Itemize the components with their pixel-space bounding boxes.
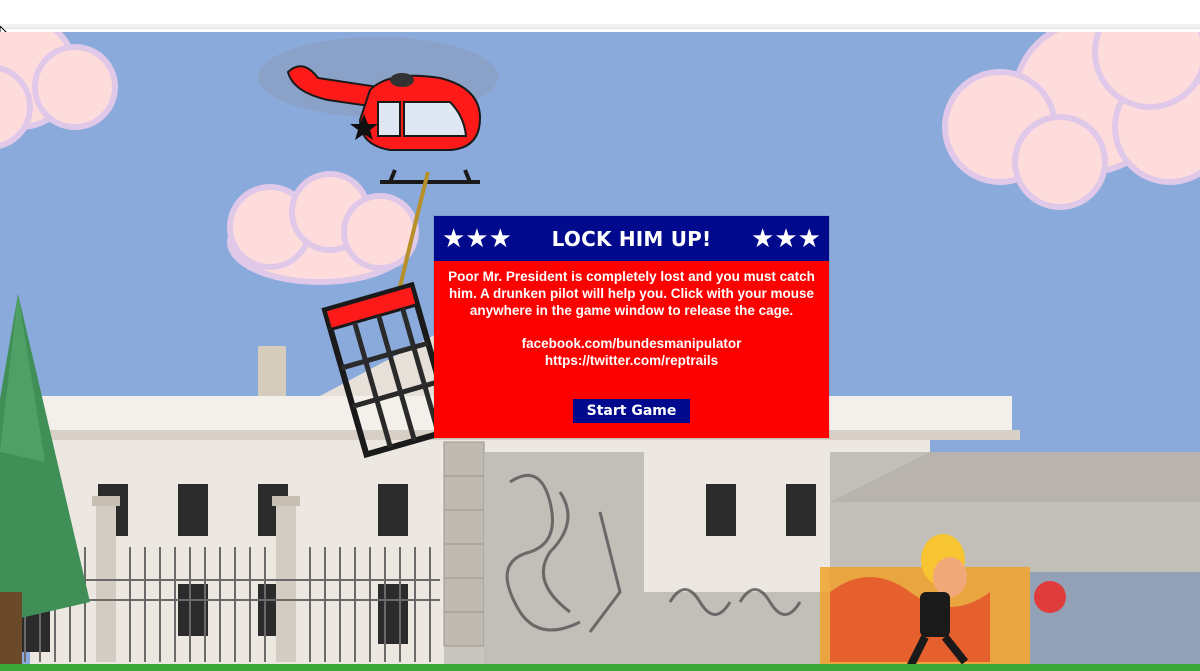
dialog-title: LOCK HIM UP! <box>551 226 712 251</box>
star-icon: ★★★ <box>442 223 512 254</box>
dialog-header: ★★★ LOCK HIM UP! ★★★ <box>434 216 829 261</box>
dialog-body: Poor Mr. President is completely lost an… <box>434 268 829 369</box>
facebook-link[interactable]: facebook.com/bundesmanipulator <box>444 335 819 352</box>
color-graffiti <box>820 567 1200 671</box>
browser-top-strip <box>0 0 1200 29</box>
start-dialog: ★★★ LOCK HIM UP! ★★★ Poor Mr. President … <box>434 216 829 438</box>
instructions-text: Poor Mr. President is completely lost an… <box>448 269 815 318</box>
star-icon: ★★★ <box>751 223 821 254</box>
game-canvas[interactable]: ★★★ LOCK HIM UP! ★★★ Poor Mr. President … <box>0 32 1200 671</box>
address-bar-edge <box>0 24 1200 28</box>
twitter-link[interactable]: https://twitter.com/reptrails <box>444 352 819 369</box>
start-game-button[interactable]: Start Game <box>573 399 690 423</box>
